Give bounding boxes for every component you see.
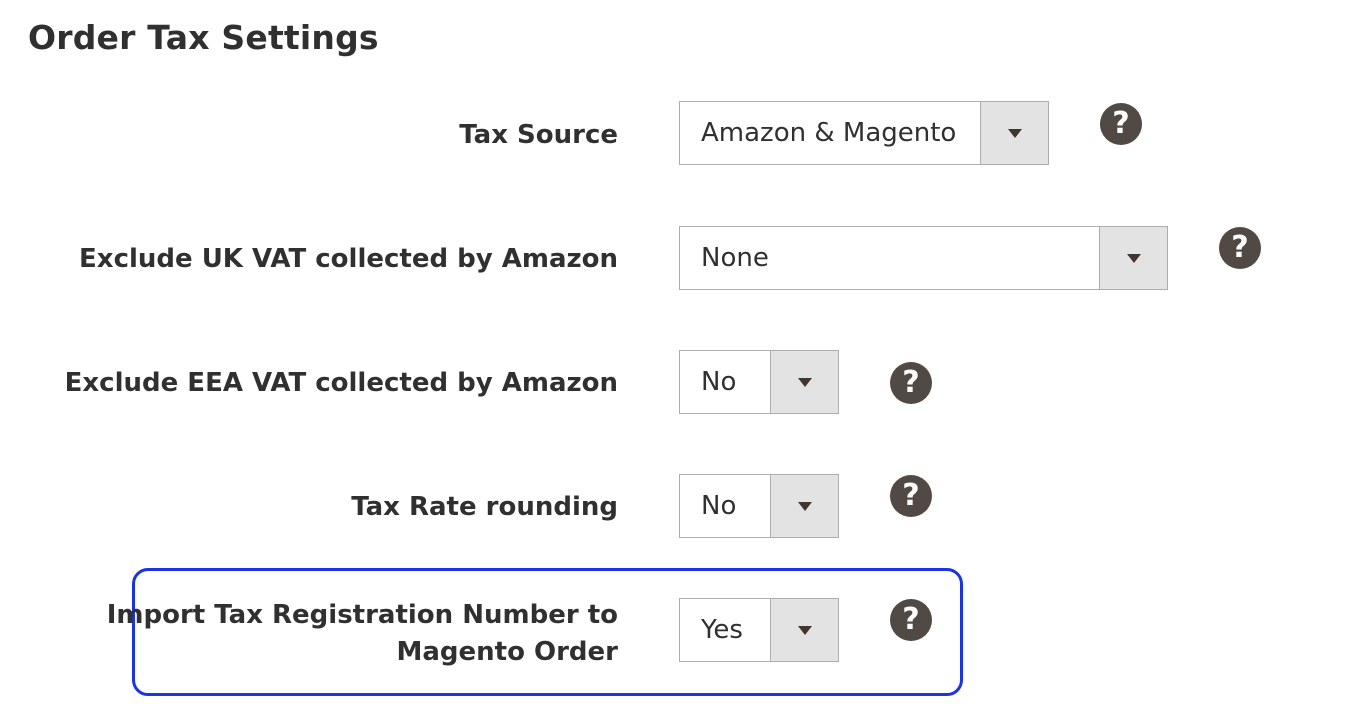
import-tax-reg-select[interactable]: Yes <box>679 598 839 662</box>
help-question-icon[interactable]: ? <box>890 362 932 404</box>
chevron-down-icon[interactable] <box>980 102 1048 164</box>
chevron-down-icon[interactable] <box>770 599 838 661</box>
help-question-icon[interactable]: ? <box>1100 103 1142 145</box>
exclude-uk-vat-label: Exclude UK VAT collected by Amazon <box>79 244 618 274</box>
exclude-uk-vat-value: None <box>701 243 769 273</box>
chevron-down-icon[interactable] <box>770 475 838 537</box>
chevron-down-icon[interactable] <box>1099 227 1167 289</box>
import-tax-reg-label: Import Tax Registration Number to Magent… <box>107 597 618 671</box>
import-tax-reg-label-line1: Import Tax Registration Number to <box>106 600 618 630</box>
tax-rate-rounding-label: Tax Rate rounding <box>351 492 618 522</box>
section-title: Order Tax Settings <box>28 18 379 57</box>
exclude-eea-vat-label: Exclude EEA VAT collected by Amazon <box>64 368 618 398</box>
exclude-eea-vat-select[interactable]: No <box>679 350 839 414</box>
tax-source-select[interactable]: Amazon & Magento <box>679 101 1049 165</box>
tax-source-label: Tax Source <box>459 120 618 150</box>
import-tax-reg-value: Yes <box>701 615 743 645</box>
tax-rate-rounding-value: No <box>701 491 737 521</box>
help-question-icon[interactable]: ? <box>1219 227 1261 269</box>
tax-source-value: Amazon & Magento <box>701 118 957 148</box>
import-tax-reg-label-line2: Magento Order <box>396 637 618 667</box>
chevron-down-icon[interactable] <box>770 351 838 413</box>
exclude-uk-vat-select[interactable]: None <box>679 226 1168 290</box>
tax-rate-rounding-select[interactable]: No <box>679 474 839 538</box>
exclude-eea-vat-value: No <box>701 367 737 397</box>
help-question-icon[interactable]: ? <box>890 475 932 517</box>
help-question-icon[interactable]: ? <box>890 599 932 641</box>
